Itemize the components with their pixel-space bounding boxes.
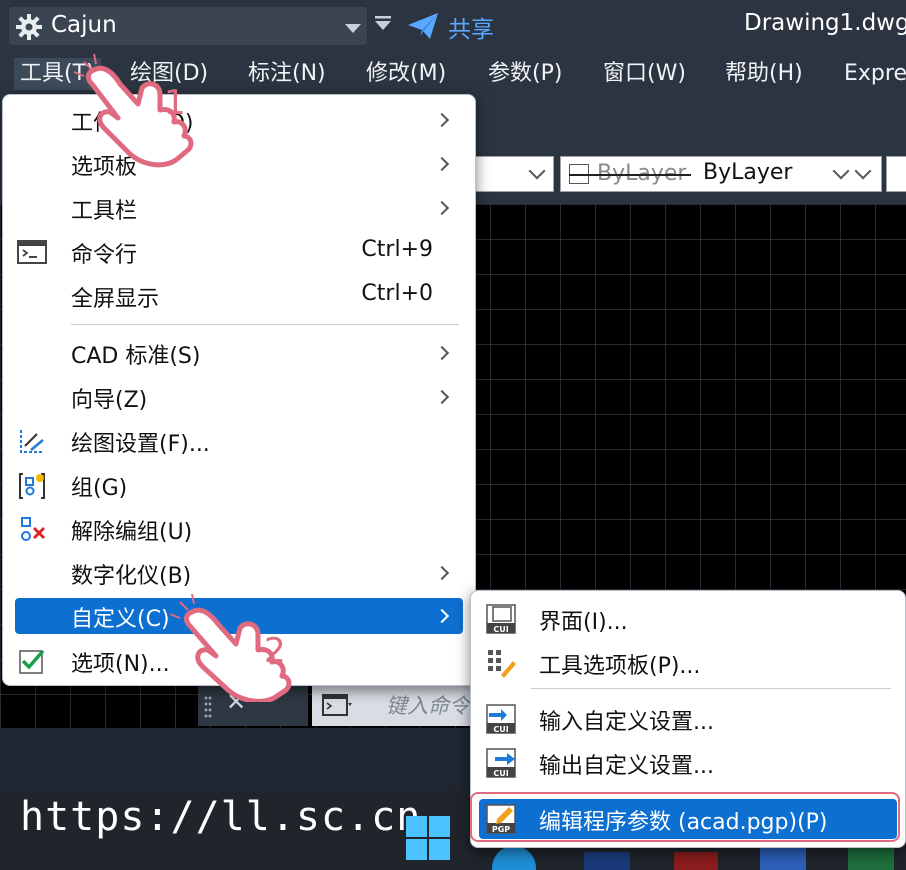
menu-item-label: 选项(N)... xyxy=(71,652,170,677)
menu-dimension[interactable]: 标注(N) xyxy=(248,58,326,90)
menu-item-toolbars[interactable]: 工具栏 xyxy=(15,187,463,229)
watermark-url: https://ll.sc.cn xyxy=(20,794,422,840)
svg-text:CUI: CUI xyxy=(493,769,508,778)
drafting-settings-icon xyxy=(20,430,44,453)
chevron-right-icon xyxy=(434,608,450,624)
step-number: 2 xyxy=(264,631,286,671)
menu-item-wizards[interactable]: 向导(Z) xyxy=(15,376,463,418)
menu-express[interactable]: Expre xyxy=(844,58,906,90)
pointing-hand-icon: 1 xyxy=(73,53,194,168)
submenu-item-import-customizations[interactable]: CUI 输入自定义设置... xyxy=(479,697,897,741)
ungroup-icon xyxy=(21,517,45,541)
menu-item-cad-standards[interactable]: CAD 标准(S) xyxy=(15,332,463,374)
linetype-value: ByLayer xyxy=(703,160,793,185)
menu-item-label: 工具栏 xyxy=(71,199,138,224)
command-line[interactable]: 键入命令 xyxy=(312,684,482,726)
svg-text:CUI: CUI xyxy=(493,625,508,634)
linetype-dropdown[interactable]: ByLayer ByLayer xyxy=(560,156,882,192)
menu-window[interactable]: 窗口(W) xyxy=(603,58,686,90)
step-number: 1 xyxy=(164,83,186,123)
import-cui-icon: CUI xyxy=(486,704,516,734)
menu-item-ungroup[interactable]: 解除编组(U) xyxy=(15,508,463,550)
taskbar-app-icon[interactable] xyxy=(760,846,806,870)
submenu-item-interface[interactable]: CUI 界面(I)... xyxy=(479,597,897,641)
chevron-down-icon xyxy=(854,162,872,180)
chevron-down-icon xyxy=(528,162,546,180)
menu-item-label: 全屏显示 xyxy=(71,287,160,312)
menu-item-group[interactable]: 组(G) xyxy=(15,464,463,506)
workspace-name: Cajun xyxy=(51,12,117,38)
menu-item-label: 自定义(C) xyxy=(71,607,170,632)
taskbar-app-icon[interactable] xyxy=(674,852,718,870)
chevron-right-icon xyxy=(434,112,450,128)
svg-text:CUI: CUI xyxy=(493,725,508,734)
submenu-item-tool-palettes[interactable]: 工具选项板(P)... xyxy=(479,641,897,685)
menu-item-label: 绘图设置(F)... xyxy=(71,432,210,457)
submenu-item-label: 界面(I)... xyxy=(539,610,628,635)
menu-item-shortcut: Ctrl+9 xyxy=(361,237,433,262)
title-bar: Cajun 共享 Drawing1.dwg xyxy=(0,0,906,52)
taskbar-app-icon[interactable] xyxy=(584,852,630,870)
chevron-down-icon xyxy=(832,162,850,180)
tool-palettes-icon xyxy=(488,650,516,678)
chevron-right-icon xyxy=(434,565,450,581)
workspace-switcher[interactable]: Cajun xyxy=(9,7,367,45)
command-input[interactable]: 键入命令 xyxy=(386,690,470,720)
chevron-right-icon xyxy=(434,200,450,216)
windows-start-icon[interactable] xyxy=(406,816,450,860)
highlight-outline xyxy=(470,792,900,842)
menu-item-label: CAD 标准(S) xyxy=(71,344,201,369)
share-button[interactable]: 共享 xyxy=(448,10,494,44)
gear-icon xyxy=(16,14,42,40)
menu-parametric[interactable]: 参数(P) xyxy=(488,58,562,90)
menu-item-digitizer[interactable]: 数字化仪(B) xyxy=(15,552,463,594)
chevron-right-icon xyxy=(434,389,450,405)
menu-separator xyxy=(531,688,891,689)
checkmark-icon xyxy=(19,649,45,674)
lineweight-dropdown[interactable] xyxy=(886,156,906,192)
color-dropdown[interactable] xyxy=(466,156,554,192)
linetype-line xyxy=(569,174,691,176)
menu-item-label: 组(G) xyxy=(71,476,128,501)
document-title: Drawing1.dwg xyxy=(744,10,906,36)
command-line-icon xyxy=(17,240,47,264)
submenu-item-label: 工具选项板(P)... xyxy=(539,654,701,679)
menu-item-label: 解除编组(U) xyxy=(71,520,193,545)
menu-item-command-line[interactable]: 命令行 Ctrl+9 xyxy=(15,231,463,273)
submenu-item-label: 输出自定义设置... xyxy=(539,754,714,779)
taskbar-app-icon[interactable] xyxy=(848,846,894,870)
menu-modify[interactable]: 修改(M) xyxy=(366,58,446,90)
menu-separator xyxy=(71,324,459,325)
group-icon xyxy=(19,473,45,499)
menu-item-label: 向导(Z) xyxy=(71,388,148,413)
menu-item-drafting-settings[interactable]: 绘图设置(F)... xyxy=(15,420,463,462)
cui-icon: CUI xyxy=(486,604,516,634)
chevron-down-icon xyxy=(345,24,361,33)
share-plane-icon[interactable] xyxy=(406,10,440,42)
pointing-hand-icon: 2 xyxy=(169,593,292,702)
menu-item-shortcut: Ctrl+0 xyxy=(361,281,433,306)
chevron-right-icon xyxy=(434,345,450,361)
menu-item-label: 命令行 xyxy=(71,243,138,268)
submenu-item-export-customizations[interactable]: CUI 输出自定义设置... xyxy=(479,741,897,785)
export-cui-icon: CUI xyxy=(486,748,516,778)
chevron-right-icon xyxy=(434,156,450,172)
quick-access-dropdown-icon[interactable] xyxy=(374,15,392,31)
menu-item-clean-screen[interactable]: 全屏显示 Ctrl+0 xyxy=(15,275,463,317)
menu-item-label: 数字化仪(B) xyxy=(71,564,192,589)
menu-help[interactable]: 帮助(H) xyxy=(725,58,803,90)
submenu-item-label: 输入自定义设置... xyxy=(539,710,714,735)
